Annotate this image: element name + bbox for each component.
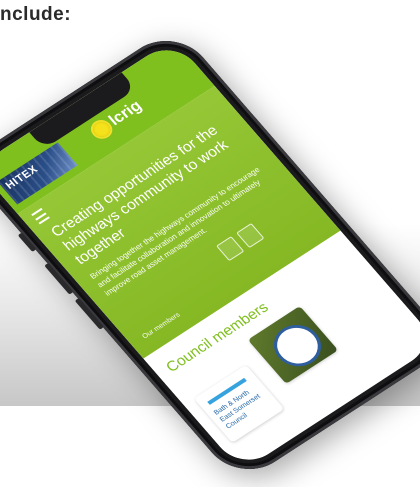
member-card-label: Bath & North East Somerset Council — [212, 389, 262, 431]
member-card[interactable]: Bath & North East Somerset Council — [193, 364, 285, 443]
mute-switch — [17, 232, 37, 252]
phone-device: HITEX lcrig Creating opportunities for t… — [0, 25, 420, 485]
council-crest-icon — [264, 316, 331, 375]
carousel-prev-button[interactable] — [215, 236, 245, 262]
phone-mockup-scene: HITEX lcrig Creating opportunities for t… — [0, 0, 420, 485]
phone-screen: HITEX lcrig Creating opportunities for t… — [0, 38, 420, 472]
carousel-controls — [215, 223, 265, 262]
hamburger-menu-icon[interactable] — [31, 207, 50, 225]
carousel-next-button[interactable] — [236, 223, 265, 249]
